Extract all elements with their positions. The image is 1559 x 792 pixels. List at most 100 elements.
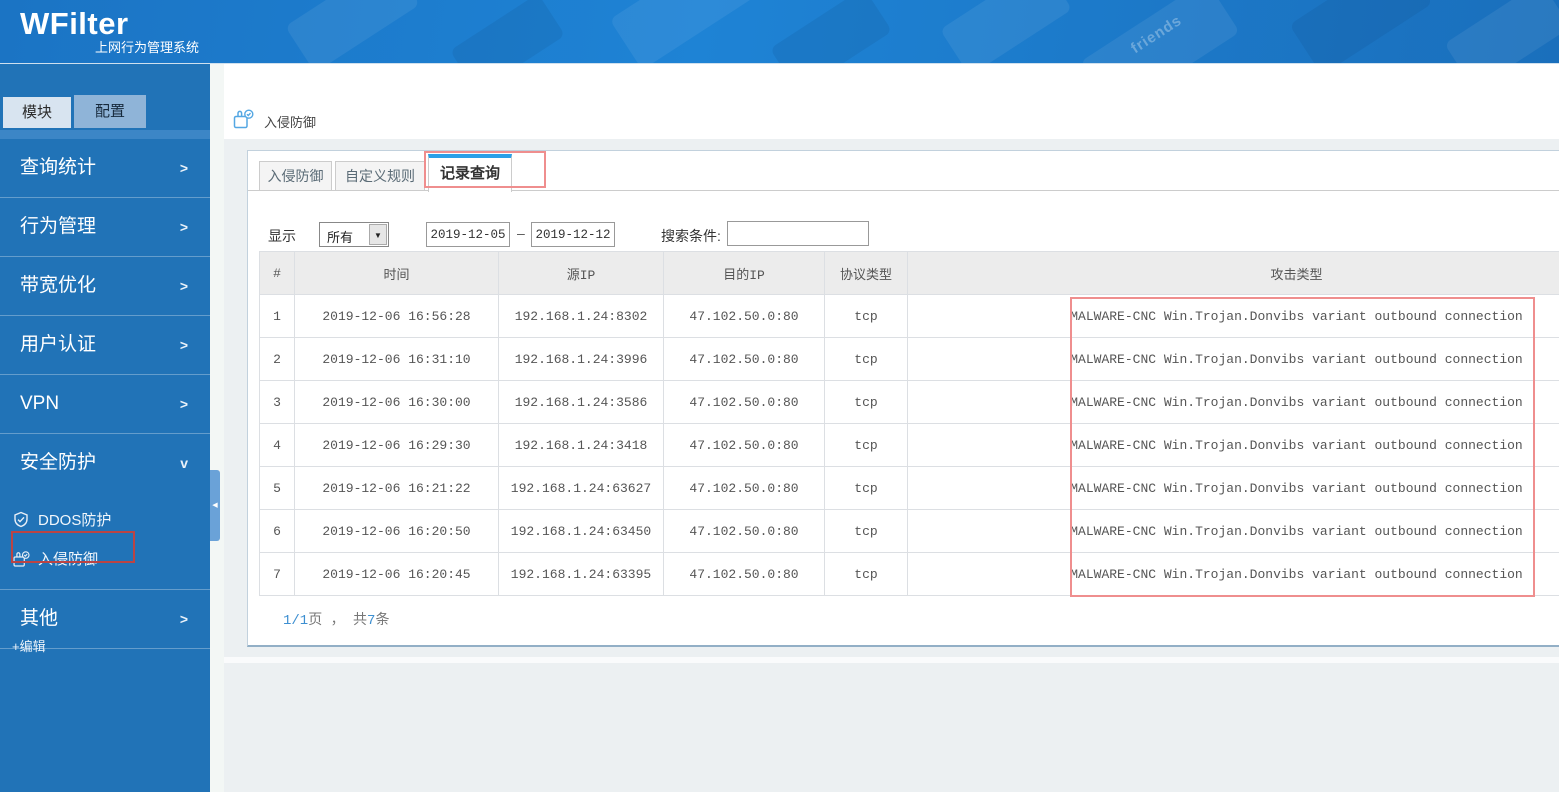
sidebar-item-vpn[interactable]: VPN >	[0, 375, 210, 434]
table-cell: 7	[259, 552, 295, 596]
display-filter-select[interactable]: 所有 ▼	[319, 222, 389, 247]
keyboard-key-decoration	[609, 0, 756, 63]
sidebar-tab-config[interactable]: 配置	[74, 95, 146, 128]
total-prefix: 共	[353, 613, 368, 629]
chevron-right-icon: >	[179, 160, 188, 176]
table-row: 6 2019-12-06 16:20:50 192.168.1.24:63450 47…	[259, 509, 1559, 553]
table-cell: 47.102.50.0:80	[663, 552, 825, 596]
table-cell: 47.102.50.0:80	[663, 380, 825, 424]
table-row: 2 2019-12-06 16:31:10 192.168.1.24:3996 47.…	[259, 337, 1559, 381]
table-cell: tcp	[824, 552, 908, 596]
table-cell: 2019-12-06 16:21:22	[294, 466, 499, 510]
column-header-source-ip: 源IP	[498, 251, 664, 295]
table-row: 3 2019-12-06 16:30:00 192.168.1.24:3586 47.…	[259, 380, 1559, 424]
tab-intrusion-prevention[interactable]: 入侵防御	[259, 161, 332, 191]
sidebar-item-security[interactable]: 安全防护 v	[0, 434, 210, 493]
table-cell: 192.168.1.24:3996	[498, 337, 664, 381]
sidebar-item-label: 查询统计	[20, 157, 97, 178]
search-label: 搜索条件:	[661, 228, 721, 244]
sidebar-edit-link[interactable]: +编辑	[12, 636, 46, 655]
date-from-input[interactable]	[426, 222, 510, 247]
column-header-time: 时间	[294, 251, 499, 295]
table-cell: 192.168.1.24:3418	[498, 423, 664, 467]
display-label: 显示	[268, 228, 296, 244]
table-cell: 47.102.50.0:80	[663, 423, 825, 467]
sidebar-item-label: VPN	[20, 393, 60, 414]
keyboard-key-decoration	[939, 0, 1073, 63]
table-cell: 2019-12-06 16:30:00	[294, 380, 499, 424]
table-cell: 2	[259, 337, 295, 381]
keyboard-key-decoration	[449, 0, 566, 63]
select-value: 所有	[327, 230, 354, 245]
sidebar-item-label: 入侵防御	[38, 551, 99, 568]
chevron-down-icon: v	[180, 455, 188, 471]
table-row: 7 2019-12-06 16:20:45 192.168.1.24:63395 47…	[259, 552, 1559, 596]
sidebar-item-label: 行为管理	[20, 216, 97, 237]
table-cell: MALWARE-CNC Win.Trojan.Donvibs variant o…	[907, 380, 1559, 424]
chevron-right-icon: >	[179, 611, 188, 627]
table-cell: 1	[259, 294, 295, 338]
keyboard-key-decoration	[1289, 0, 1433, 63]
date-to-input[interactable]	[531, 222, 615, 247]
page-unit: 页	[308, 613, 323, 629]
table-cell: 5	[259, 466, 295, 510]
sidebar-item-intrusion-prevention[interactable]: 入侵防御	[0, 540, 210, 579]
sidebar-item-ddos-protection[interactable]: DDOS防护	[0, 501, 210, 540]
sidebar-item-label: 安全防护	[20, 452, 97, 473]
search-input[interactable]	[727, 221, 869, 246]
tab-record-query[interactable]: 记录查询	[428, 154, 512, 192]
table-row: 5 2019-12-06 16:21:22 192.168.1.24:63627 47…	[259, 466, 1559, 510]
sidebar-item-bandwidth[interactable]: 带宽优化 >	[0, 257, 210, 316]
page-title: 入侵防御	[264, 115, 317, 130]
pagination-separator: ，	[330, 613, 345, 629]
table-cell: 2019-12-06 16:31:10	[294, 337, 499, 381]
tab-custom-rules[interactable]: 自定义规则	[335, 161, 425, 191]
sidebar-item-label: 用户认证	[20, 334, 97, 355]
app-banner: friends WFilter 上网行为管理系统	[0, 0, 1559, 64]
shield-check-icon	[14, 511, 28, 528]
chevron-right-icon: >	[179, 219, 188, 235]
pagination: 1/1页 ， 共7条	[283, 609, 389, 629]
sidebar-item-label: DDOS防护	[38, 512, 112, 529]
intrusion-log-table: # 时间 源IP 目的IP 协议类型 攻击类型 1 2019-12-06 16:5…	[259, 251, 1559, 596]
table-cell: tcp	[824, 509, 908, 553]
column-header-dest-ip: 目的IP	[663, 251, 825, 295]
table-cell: 47.102.50.0:80	[663, 337, 825, 381]
box-check-icon	[13, 551, 30, 567]
table-cell: 192.168.1.24:63450	[498, 509, 664, 553]
table-cell: tcp	[824, 380, 908, 424]
column-header-index: #	[259, 251, 295, 295]
table-cell: 192.168.1.24:8302	[498, 294, 664, 338]
table-cell: 6	[259, 509, 295, 553]
table-cell: 47.102.50.0:80	[663, 466, 825, 510]
table-cell: 2019-12-06 16:56:28	[294, 294, 499, 338]
table-cell: 3	[259, 380, 295, 424]
table-cell: 47.102.50.0:80	[663, 294, 825, 338]
app-subtitle: 上网行为管理系统	[95, 40, 200, 55]
chevron-right-icon: >	[179, 396, 188, 412]
table-cell: MALWARE-CNC Win.Trojan.Donvibs variant o…	[907, 552, 1559, 596]
box-check-icon	[233, 109, 254, 129]
dropdown-arrow-icon: ▼	[369, 224, 387, 245]
table-row: 1 2019-12-06 16:56:28 192.168.1.24:8302 47.…	[259, 294, 1559, 338]
sidebar-item-behavior-mgmt[interactable]: 行为管理 >	[0, 198, 210, 257]
sidebar: 模块 配置 查询统计 > 行为管理 > 带宽优化 > 用户认证 > VPN > …	[0, 64, 210, 792]
sidebar-item-user-auth[interactable]: 用户认证 >	[0, 316, 210, 375]
table-cell: tcp	[824, 294, 908, 338]
table-cell: 2019-12-06 16:20:45	[294, 552, 499, 596]
date-range-separator: –	[517, 225, 525, 241]
sidebar-collapse-handle[interactable]: ◀	[210, 470, 220, 541]
sidebar-tab-modules[interactable]: 模块	[3, 97, 71, 128]
table-header-row: # 时间 源IP 目的IP 协议类型 攻击类型	[259, 251, 1559, 295]
total-unit: 条	[375, 613, 390, 629]
table-cell: 4	[259, 423, 295, 467]
table-cell: MALWARE-CNC Win.Trojan.Donvibs variant o…	[907, 337, 1559, 381]
sidebar-item-query-stats[interactable]: 查询统计 >	[0, 139, 210, 198]
table-cell: 2019-12-06 16:29:30	[294, 423, 499, 467]
column-header-protocol: 协议类型	[824, 251, 908, 295]
sidebar-item-label: 其他	[20, 608, 59, 629]
records-panel: 入侵防御 自定义规则 记录查询 显示 所有 ▼ – 搜索条件: # 时间 源IP…	[247, 150, 1559, 647]
keyboard-key-decoration	[769, 0, 893, 63]
table-cell: MALWARE-CNC Win.Trojan.Donvibs variant o…	[907, 294, 1559, 338]
table-cell: 2019-12-06 16:20:50	[294, 509, 499, 553]
